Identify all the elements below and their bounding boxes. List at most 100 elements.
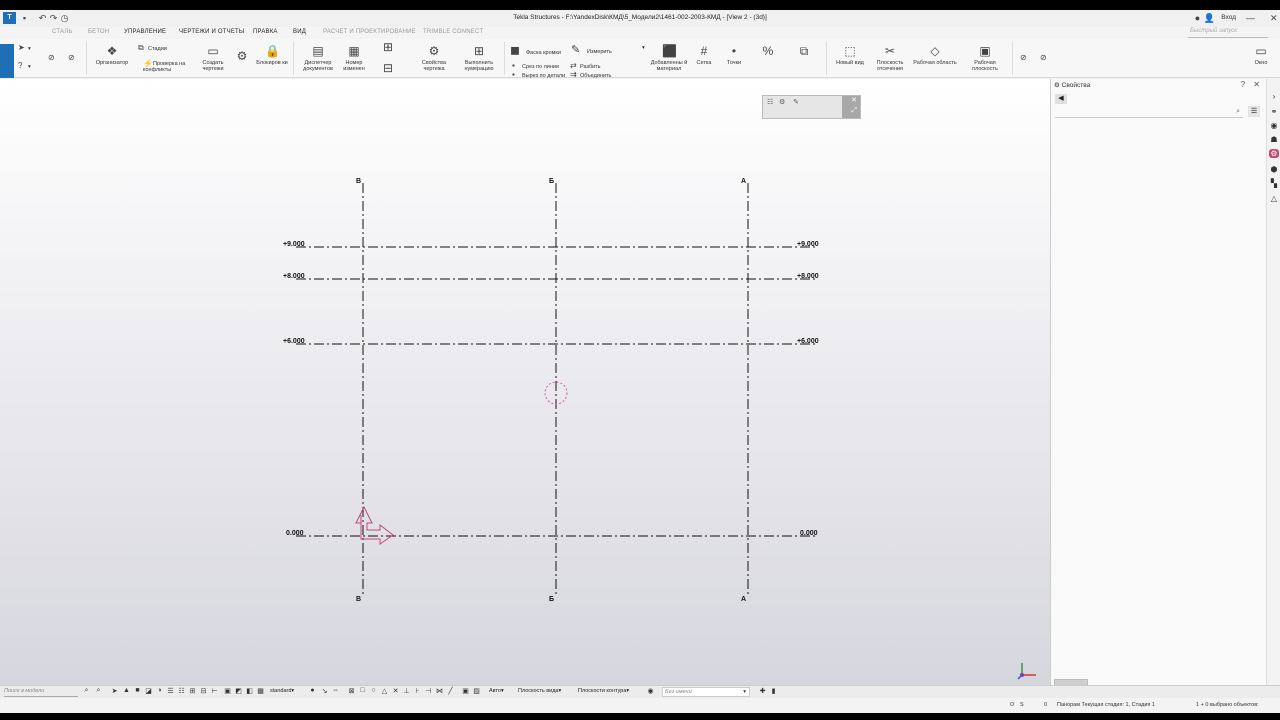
- cut-part-button[interactable]: ▪ Вырез по детали: [512, 70, 565, 79]
- select-bolts-icon[interactable]: ☷: [177, 687, 186, 695]
- snap-any-icon[interactable]: ⋈: [435, 687, 444, 695]
- select-assembly-icon[interactable]: ■: [133, 687, 142, 694]
- list-icon[interactable]: ☷: [767, 98, 773, 106]
- select-all-icon[interactable]: ➤: [110, 687, 119, 695]
- login-link[interactable]: Вход: [1221, 14, 1236, 21]
- snap-intersect-icon[interactable]: ✕: [391, 687, 400, 695]
- snap-geometry-icon[interactable]: □: [358, 687, 367, 694]
- lock-button[interactable]: 🔒 Блокиров ки: [256, 44, 288, 66]
- visibility-icon[interactable]: ⊘: [1020, 53, 1030, 62]
- grid-button[interactable]: # Сетка: [692, 44, 716, 66]
- snap-point-icon[interactable]: ●: [308, 687, 317, 694]
- close-panel-icon[interactable]: ✕: [1253, 80, 1260, 89]
- tab-trimble-connect[interactable]: TRIMBLE CONNECT: [423, 29, 483, 35]
- catalog-icon[interactable]: ☗: [1269, 135, 1279, 144]
- properties-search-input[interactable]: ⌕: [1055, 108, 1243, 118]
- reports-button[interactable]: ⊟: [376, 61, 400, 77]
- back-arrow-icon[interactable]: ◀: [1055, 94, 1067, 104]
- side-menu-button[interactable]: [0, 44, 14, 78]
- model-viewport[interactable]: В Б А В Б А +9.000 +8.000 +6.000 0.000 +…: [0, 79, 1050, 685]
- snap-ext-icon[interactable]: ⊦: [413, 687, 422, 695]
- layout-button[interactable]: ⊞: [376, 40, 400, 56]
- snap-ref-lines-icon[interactable]: ⊠: [347, 687, 356, 695]
- minimize-icon[interactable]: —: [1246, 13, 1255, 23]
- snap-perp-icon[interactable]: ⊥: [402, 687, 411, 695]
- toolbar-expand-icon[interactable]: ⤢: [851, 107, 857, 115]
- clash-check-button[interactable]: ⚡ Проверка на конфликты: [143, 60, 193, 74]
- toolbar-grip[interactable]: ✕ ⤢: [842, 96, 860, 118]
- user-icon[interactable]: 👤: [1203, 12, 1216, 25]
- split-button[interactable]: ⇄ Разбить: [570, 61, 601, 70]
- pen-icon[interactable]: ✎: [793, 98, 799, 106]
- select-filter-icon[interactable]: ◧: [245, 687, 254, 695]
- name-dropdown[interactable]: Без имени ▾: [662, 687, 750, 697]
- snap-settings-icon[interactable]: ⚙: [779, 98, 785, 106]
- zoom-icon[interactable]: ⌕: [94, 687, 103, 695]
- view-toolbar[interactable]: ☷ ⚙ ✎ ✕ ⤢: [762, 95, 861, 119]
- selection-filter-dropdown[interactable]: standard▾: [270, 688, 294, 694]
- toolbar-close-icon[interactable]: ✕: [851, 96, 857, 104]
- snap-grid-icon[interactable]: ▣: [461, 687, 470, 695]
- window-button[interactable]: ▭ Окно: [1248, 44, 1274, 66]
- depth-dropdown[interactable]: Авто▾: [489, 688, 504, 694]
- added-material-button[interactable]: ⬛ Добавленны й материал: [650, 44, 688, 72]
- globe-icon[interactable]: ◉: [1269, 121, 1279, 130]
- work-area-button[interactable]: ◇ Рабочая область: [910, 44, 960, 66]
- select-points-icon[interactable]: ⊢: [210, 687, 219, 695]
- tab-view[interactable]: ВИД: [293, 29, 306, 35]
- smart-select-icon[interactable]: ⊘: [48, 53, 58, 62]
- work-plane-button[interactable]: ▣ Рабочая плоскость: [966, 44, 1004, 72]
- search-icon[interactable]: ⌕: [82, 687, 91, 695]
- apps-icon[interactable]: ▚: [1269, 179, 1279, 188]
- organizer-button[interactable]: ❖ Организатор: [92, 44, 132, 66]
- select-parts-icon[interactable]: ▲: [122, 687, 131, 694]
- tab-analysis-design[interactable]: РАСЧЕТ И ПРОЕКТИРОВАНИЕ: [323, 29, 416, 35]
- help-tool[interactable]: ? ▾: [18, 61, 31, 70]
- select-welds-icon[interactable]: ◑: [155, 687, 164, 694]
- tab-concrete[interactable]: БЕТОН: [88, 29, 109, 35]
- clip-plane-button[interactable]: ✂ Плоскость отсечения: [872, 44, 908, 72]
- create-drawings-button[interactable]: ▭ Создать чертежи: [196, 44, 230, 72]
- delete-icon[interactable]: ▮: [769, 687, 778, 695]
- more-dropdown-icon[interactable]: ▾: [642, 45, 645, 51]
- settings-drawing-button[interactable]: ⚙: [230, 49, 254, 65]
- select-tool[interactable]: ➤ ▾: [18, 43, 31, 52]
- select-objects-icon[interactable]: ◩: [234, 687, 243, 695]
- merge-button[interactable]: ⇉ Объединить: [570, 70, 611, 79]
- cube-icon[interactable]: ⬢: [1269, 165, 1279, 174]
- new-view-button[interactable]: ⬚ Новый вид: [832, 44, 868, 66]
- view-plane-dropdown[interactable]: Плоскость вида▾: [518, 688, 561, 694]
- tab-drawings-reports[interactable]: ЧЕРТЕЖИ И ОТЧЕТЫ: [179, 29, 244, 35]
- list-view-icon[interactable]: ☰: [1248, 106, 1260, 117]
- eye-icon[interactable]: ◉: [646, 687, 655, 695]
- doc-manager-button[interactable]: ▤ Диспетчер документов: [298, 44, 338, 72]
- chamfer-button[interactable]: ◼ Фаска кромки: [510, 43, 561, 57]
- expand-arrow-icon[interactable]: ›: [1269, 92, 1279, 101]
- numbering-button[interactable]: ⊞ Выполнить нумерацию: [458, 44, 500, 72]
- snap-icon[interactable]: ⊘: [68, 53, 78, 62]
- measure-button[interactable]: ✎ Измерить: [571, 43, 612, 56]
- snap-ortho-icon[interactable]: ⇔: [331, 687, 340, 694]
- snap-nearest-icon[interactable]: ⊣: [424, 687, 433, 695]
- representation-icon[interactable]: ⊘: [1040, 53, 1050, 62]
- points-button[interactable]: • Точки: [722, 44, 746, 66]
- triangle-icon[interactable]: △: [1269, 194, 1279, 203]
- change-number-button[interactable]: ▦ Номер изменен: [338, 44, 370, 72]
- percent-button[interactable]: %: [756, 44, 780, 60]
- add-icon[interactable]: ✚: [758, 687, 767, 695]
- components-button[interactable]: ⧉: [792, 44, 816, 60]
- properties-pane-icon[interactable]: ⚙: [1269, 149, 1279, 158]
- snap-line-icon[interactable]: ╱: [446, 687, 455, 695]
- help-circle-icon[interactable]: ?: [1241, 80, 1245, 89]
- tab-edit[interactable]: ПРАВКА: [253, 29, 278, 35]
- contour-plane-dropdown[interactable]: Плоскости контура▾: [578, 688, 629, 694]
- snap-center-icon[interactable]: ○: [369, 687, 378, 694]
- close-window-icon[interactable]: ✕: [1270, 13, 1278, 24]
- quick-launch-input[interactable]: Быстрый запуск: [1188, 28, 1268, 38]
- cut-line-button[interactable]: ▪ Срез по линии: [512, 61, 559, 70]
- select-lines-icon[interactable]: ◪: [144, 687, 153, 695]
- select-components-icon[interactable]: ▣: [223, 687, 232, 695]
- select-grids-icon[interactable]: ☰: [166, 687, 175, 695]
- select-cuts-icon[interactable]: ⊞: [188, 687, 197, 695]
- snap-mid-icon[interactable]: △: [380, 687, 389, 695]
